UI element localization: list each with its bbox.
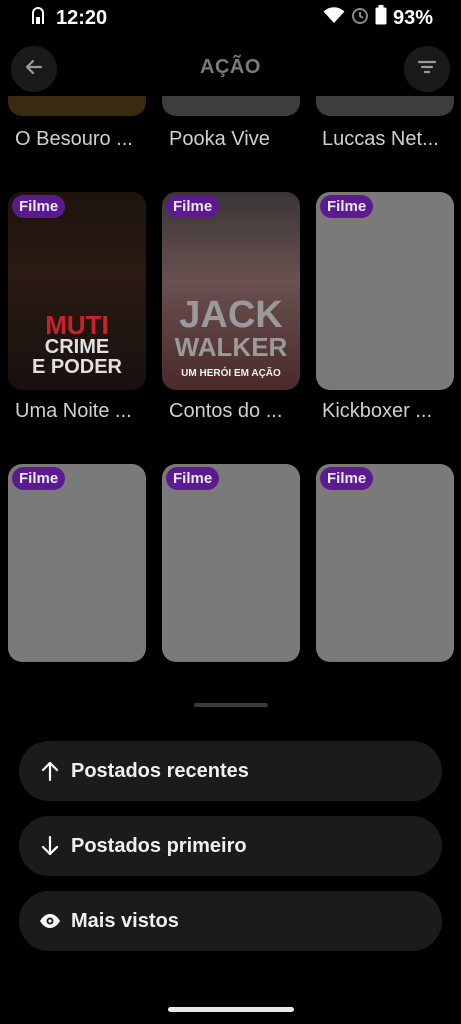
type-badge: Filme <box>166 467 220 490</box>
movie-card[interactable]: JACK WALKER UM HERÓI EM AÇÃO Filme <box>162 192 300 390</box>
type-badge: Filme <box>320 195 374 218</box>
poster-title: JACK <box>179 294 283 336</box>
card-title[interactable]: Kickboxer ... <box>322 400 432 423</box>
content-grid: O Besouro ... Pooka Vive Luccas Net... M… <box>0 96 461 686</box>
wifi-icon <box>323 6 345 30</box>
poster-image[interactable] <box>162 96 300 116</box>
status-bar: 12:20 93% <box>0 0 461 36</box>
app-header: AÇÃO <box>0 44 461 96</box>
arrow-down-icon <box>39 835 61 857</box>
alarm-icon <box>351 5 369 31</box>
type-badge: Filme <box>12 195 66 218</box>
gesture-nav-bar[interactable] <box>168 1007 294 1012</box>
type-badge: Filme <box>12 467 66 490</box>
card-title[interactable]: O Besouro ... <box>15 128 133 151</box>
sheet-drag-handle[interactable] <box>194 703 268 707</box>
filter-button[interactable] <box>404 46 450 92</box>
poster-title: UM HERÓI EM AÇÃO <box>181 368 281 379</box>
sort-oldest-button[interactable]: Postados primeiro <box>19 816 442 876</box>
sort-option-label: Postados primeiro <box>71 834 247 857</box>
card-title[interactable]: Luccas Net... <box>322 128 439 151</box>
sort-option-label: Mais vistos <box>71 909 179 932</box>
status-time: 12:20 <box>56 6 108 29</box>
poster-title: E PODER <box>31 356 123 378</box>
movie-card[interactable]: MUTI CRIME E PODER Filme <box>8 192 146 390</box>
movie-card[interactable]: Filme <box>8 464 146 662</box>
sort-recent-button[interactable]: Postados recentes <box>19 741 442 801</box>
sort-option-label: Postados recentes <box>71 759 249 782</box>
sim-icon <box>30 6 46 30</box>
filter-icon <box>417 60 437 79</box>
movie-card[interactable]: Filme <box>316 192 454 390</box>
card-title[interactable]: Contos do ... <box>169 400 282 423</box>
poster-image[interactable] <box>8 96 146 116</box>
card-title[interactable]: Pooka Vive <box>169 128 270 151</box>
sort-most-viewed-button[interactable]: Mais vistos <box>19 891 442 951</box>
battery-icon <box>375 5 387 31</box>
page-title: AÇÃO <box>200 56 261 78</box>
grid-fade <box>0 660 461 700</box>
battery-percentage: 93% <box>392 6 433 29</box>
movie-card[interactable]: Filme <box>316 464 454 662</box>
card-title[interactable]: Uma Noite ... <box>15 400 132 423</box>
eye-icon <box>39 910 61 932</box>
poster-image[interactable] <box>316 96 454 116</box>
arrow-up-icon <box>39 760 61 782</box>
movie-card[interactable]: Filme <box>162 464 300 662</box>
type-badge: Filme <box>320 467 374 490</box>
poster-title: WALKER <box>174 332 288 362</box>
type-badge: Filme <box>166 195 220 218</box>
